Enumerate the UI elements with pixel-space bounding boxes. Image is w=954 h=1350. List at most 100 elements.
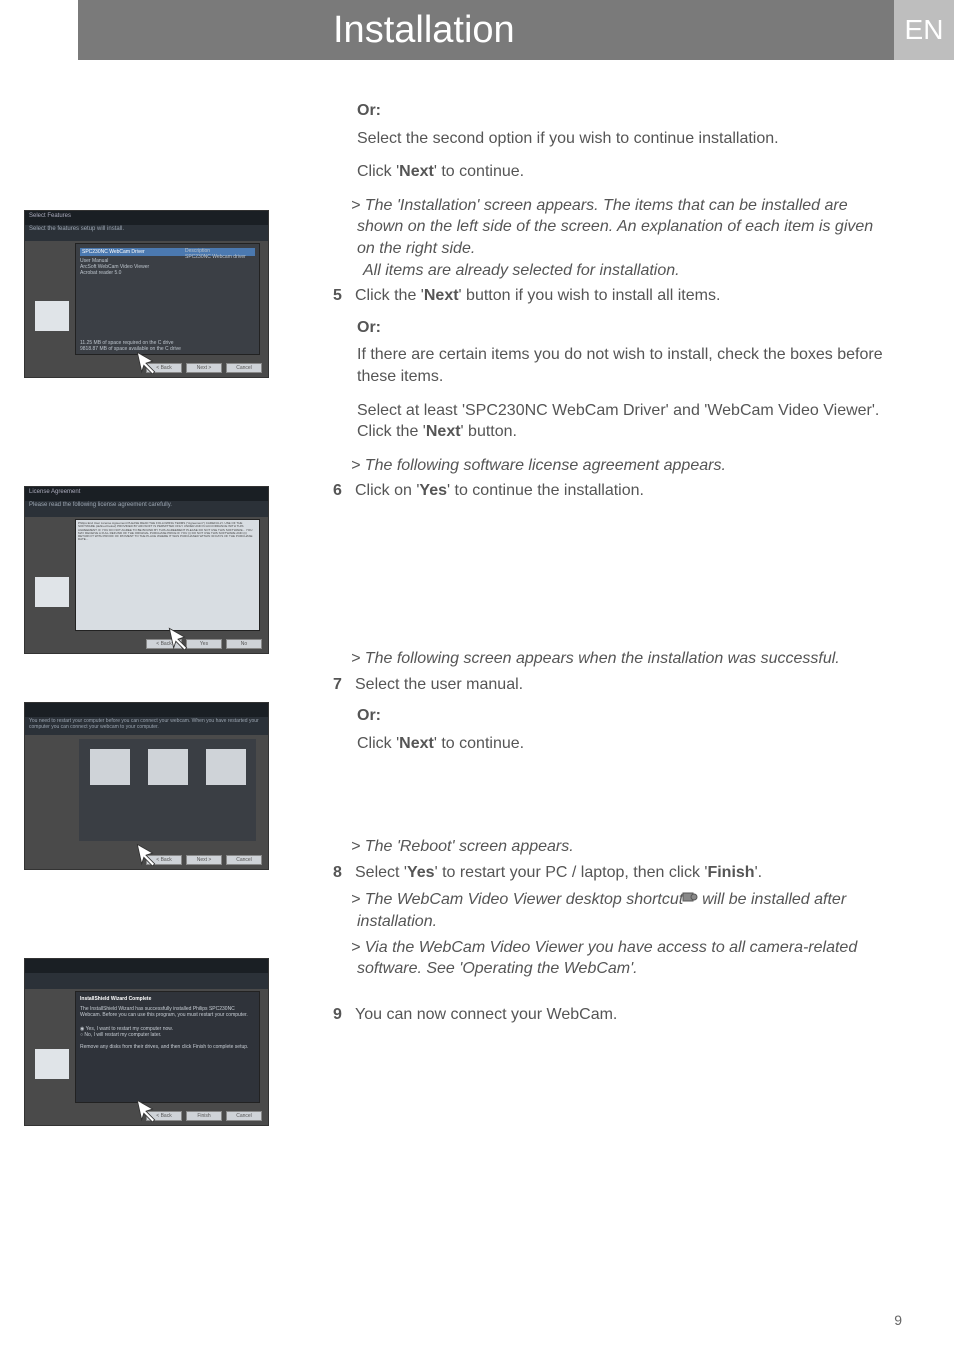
dialog-body xyxy=(79,739,256,841)
arrow-icon xyxy=(133,1096,159,1122)
spacer xyxy=(24,406,303,486)
text: The 'Reboot' screen appears. xyxy=(365,838,574,855)
no-button[interactable]: No xyxy=(226,639,262,649)
reboot-panel: InstallShield Wizard Complete The Instal… xyxy=(75,991,260,1103)
license-text-panel: Philips End User License Agreement PLEAS… xyxy=(75,519,260,631)
step7-or: Click 'Next' to continue. xyxy=(333,733,894,755)
dialog-buttons: < Back Next > Cancel xyxy=(146,363,262,373)
cancel-button[interactable]: Cancel xyxy=(226,1111,262,1121)
text: '. xyxy=(755,864,763,881)
illustration xyxy=(148,749,188,785)
step-text: Click on 'Yes' to continue the installat… xyxy=(355,480,644,502)
dialog-title xyxy=(25,959,268,973)
step6-result: > The following software license agreeme… xyxy=(351,455,894,477)
next-label: Next xyxy=(399,735,434,752)
top-click-next: Click 'Next' to continue. xyxy=(333,161,894,183)
dialog-subtitle: You need to restart your computer before… xyxy=(25,717,268,735)
step8: 8 Select 'Yes' to restart your PC / lapt… xyxy=(333,862,894,884)
step-text: Select the user manual. xyxy=(355,674,523,696)
top-select-second: Select the second option if you wish to … xyxy=(333,128,894,150)
header-bar: Installation EN xyxy=(0,0,954,60)
dialog-title: License Agreement xyxy=(25,487,268,501)
page-number: 9 xyxy=(894,1312,902,1328)
image-row xyxy=(79,739,256,785)
cancel-button[interactable]: Cancel xyxy=(226,855,262,865)
next-label: Next xyxy=(399,163,434,180)
header-mid: Installation xyxy=(78,0,894,60)
page-title: Installation xyxy=(333,9,515,52)
dialog-buttons: < Back Next > Cancel xyxy=(146,855,262,865)
finish-button[interactable]: Finish xyxy=(186,1111,222,1121)
page: Installation EN Select Features Select t… xyxy=(0,0,954,1350)
dialog-title: Select Features xyxy=(25,211,268,225)
text: ' button if you wish to install all item… xyxy=(459,287,721,304)
text: Click ' xyxy=(357,735,399,752)
step7: 7 Select the user manual. xyxy=(333,674,894,696)
description-text: SPC230NC Webcam driver xyxy=(185,254,255,260)
spacer xyxy=(333,984,894,1004)
wizard-graphic xyxy=(35,577,69,607)
or-heading: Or: xyxy=(357,100,894,122)
dialog-buttons: < Back Yes No xyxy=(146,639,262,649)
dialog-subtitle: Please read the following license agreem… xyxy=(25,501,268,513)
step8-result: > The 'Reboot' screen appears. xyxy=(351,836,894,858)
right-column: Or: Select the second option if you wish… xyxy=(333,90,954,1154)
step-number: 9 xyxy=(333,1004,347,1026)
spacer xyxy=(24,90,303,210)
text: All items are already selected for insta… xyxy=(357,260,680,282)
text: Click on ' xyxy=(355,482,419,499)
yes-label: Yes xyxy=(419,482,447,499)
step5: 5 Click the 'Next' button if you wish to… xyxy=(333,285,894,307)
step8-sub1: > The WebCam Video Viewer desktop shortc… xyxy=(351,889,894,932)
arrow-icon xyxy=(133,840,159,866)
or-heading: Or: xyxy=(357,705,894,727)
text: The following screen appears when the in… xyxy=(365,650,840,667)
next-button[interactable]: Next > xyxy=(186,855,222,865)
next-label: Next xyxy=(426,423,461,440)
step-number: 8 xyxy=(333,862,347,884)
text: The following software license agreement… xyxy=(365,457,726,474)
yes-button[interactable]: Yes xyxy=(186,639,222,649)
step-text: You can now connect your WebCam. xyxy=(355,1004,617,1026)
wizard-graphic xyxy=(35,1049,69,1079)
text: ' to continue. xyxy=(434,735,524,752)
dialog-buttons: < Back Finish Cancel xyxy=(146,1111,262,1121)
yes-label: Yes xyxy=(407,864,435,881)
next-label: Next xyxy=(424,287,459,304)
text: ' to restart your PC / laptop, then clic… xyxy=(435,864,708,881)
text: The WebCam Video Viewer desktop shortcut xyxy=(365,892,688,909)
step-number: 5 xyxy=(333,285,347,307)
dialog-subtitle: Select the features setup will install. xyxy=(25,225,268,237)
screenshot-success: You need to restart your computer before… xyxy=(24,702,269,870)
illustration xyxy=(206,749,246,785)
arrow-icon xyxy=(133,348,159,374)
step-text: Click the 'Next' button if you wish to i… xyxy=(355,285,720,307)
screenshot-license: License Agreement Please read the follow… xyxy=(24,486,269,654)
header-gutter xyxy=(0,0,78,60)
spacer xyxy=(333,508,894,648)
dialog-title xyxy=(25,703,268,717)
step8-sub2: > Via the WebCam Video Viewer you have a… xyxy=(351,937,894,980)
text: The 'Installation' screen appears. The i… xyxy=(357,197,873,257)
step-number: 7 xyxy=(333,674,347,696)
text: ' to continue the installation. xyxy=(447,482,644,499)
next-button[interactable]: Next > xyxy=(186,363,222,373)
text: Click ' xyxy=(357,163,399,180)
text: Click the ' xyxy=(355,287,424,304)
spacer xyxy=(24,898,303,958)
step7-result: > The following screen appears when the … xyxy=(351,648,894,670)
step-number: 6 xyxy=(333,480,347,502)
step5-or-1: If there are certain items you do not wi… xyxy=(333,344,894,387)
screenshot-reboot: InstallShield Wizard Complete The Instal… xyxy=(24,958,269,1126)
spacer xyxy=(333,766,894,836)
complete-text: The InstallShield Wizard has successfull… xyxy=(80,1006,255,1018)
step9: 9 You can now connect your WebCam. xyxy=(333,1004,894,1026)
content: Select Features Select the features setu… xyxy=(0,60,954,1154)
language-badge: EN xyxy=(894,0,954,60)
finish-label: Finish xyxy=(707,864,754,881)
cancel-button[interactable]: Cancel xyxy=(226,363,262,373)
step6: 6 Click on 'Yes' to continue the install… xyxy=(333,480,894,502)
text: Select ' xyxy=(355,864,407,881)
feature-list-panel: SPC230NC WebCam Driver User Manual ArcSo… xyxy=(75,243,260,355)
screenshot-select-features: Select Features Select the features setu… xyxy=(24,210,269,378)
